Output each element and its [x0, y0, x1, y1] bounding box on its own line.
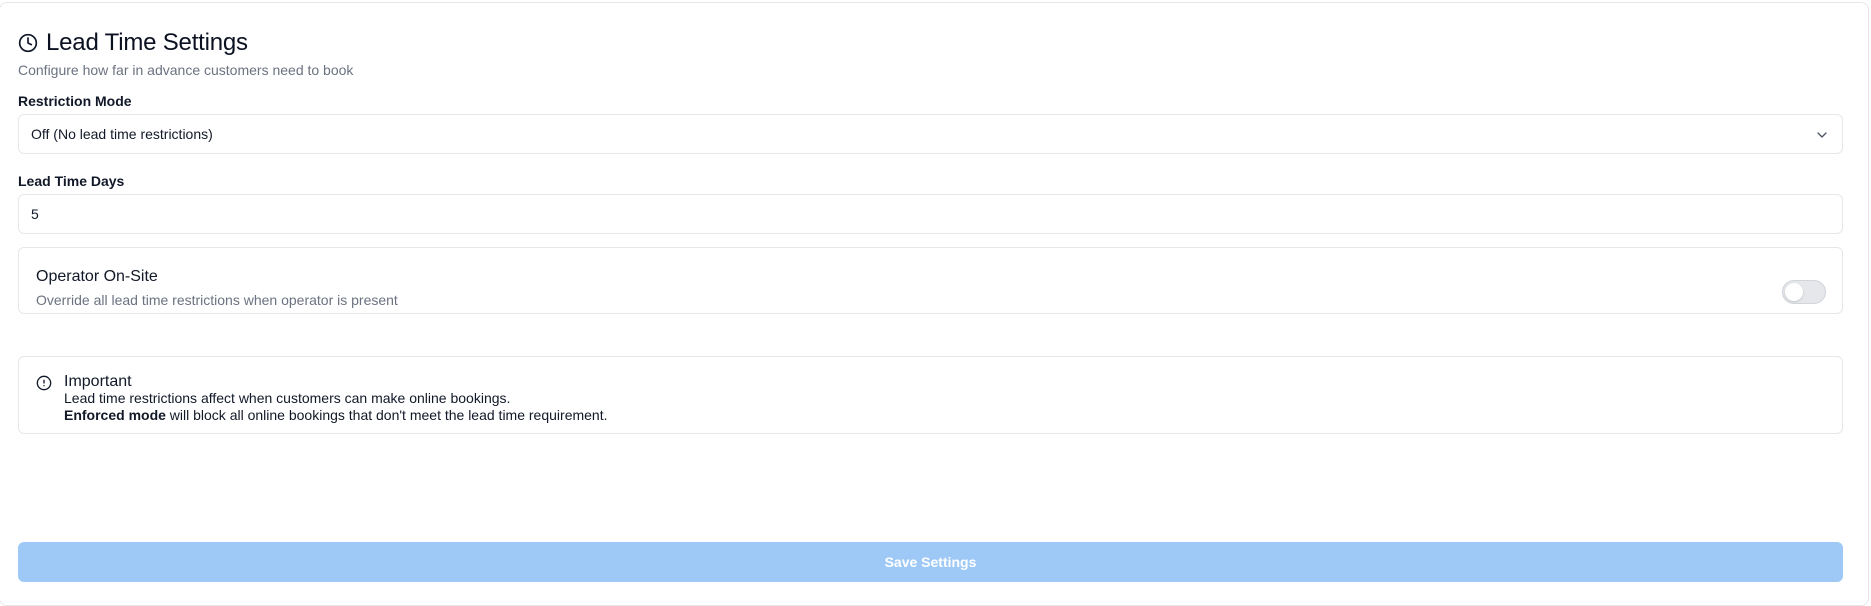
save-settings-button[interactable]: Save Settings	[18, 542, 1843, 582]
restriction-mode-label: Restriction Mode	[18, 93, 132, 109]
operator-onsite-toggle[interactable]	[1782, 280, 1826, 304]
alert-line-1: Lead time restrictions affect when custo…	[64, 390, 511, 406]
operator-onsite-panel: Operator On-Site Override all lead time …	[18, 247, 1843, 314]
lead-time-days-input[interactable]: 5	[18, 194, 1843, 234]
important-alert: Important Lead time restrictions affect …	[18, 356, 1843, 434]
clock-icon	[18, 33, 38, 53]
lead-time-days-value: 5	[31, 206, 39, 222]
page-title: Lead Time Settings	[46, 29, 248, 56]
lead-time-days-label: Lead Time Days	[18, 173, 125, 189]
alert-line-2: Enforced mode will block all online book…	[64, 407, 608, 423]
restriction-mode-select[interactable]: Off (No lead time restrictions)	[18, 114, 1843, 154]
toggle-knob	[1785, 283, 1803, 301]
enforced-mode-emphasis: Enforced mode	[64, 407, 166, 423]
restriction-mode-value: Off (No lead time restrictions)	[31, 126, 213, 142]
chevron-down-icon	[1817, 132, 1827, 138]
alert-title: Important	[64, 373, 132, 390]
alert-circle-icon	[36, 375, 52, 391]
card-header: Lead Time Settings	[18, 29, 248, 57]
alert-line-2-rest: will block all online bookings that don'…	[165, 407, 608, 423]
operator-onsite-title: Operator On-Site	[36, 268, 158, 285]
lead-time-settings-card: Lead Time Settings Configure how far in …	[0, 2, 1869, 606]
operator-onsite-description: Override all lead time restrictions when…	[36, 292, 398, 308]
page-subtitle: Configure how far in advance customers n…	[18, 62, 354, 78]
